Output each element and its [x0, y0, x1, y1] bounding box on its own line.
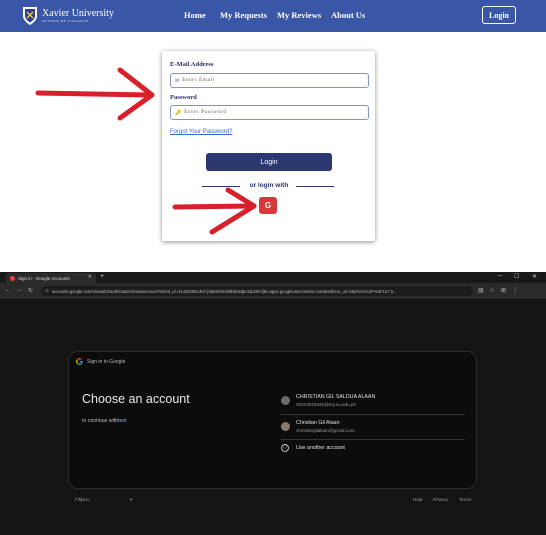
screenshot-root: { "site": { "logo_name": "Xavier Univers…: [0, 0, 546, 535]
site-logo[interactable]: Xavier University ATENEO DE CAGAYAN: [22, 4, 114, 28]
use-another-account-label: Use another account: [296, 445, 345, 451]
email-field[interactable]: ✉ Enter Email: [170, 73, 369, 88]
key-icon: 🔑: [175, 109, 182, 116]
use-another-account-button[interactable]: ⚇ Use another account: [281, 444, 465, 452]
google-favicon-icon: [10, 275, 15, 281]
login-submit-button[interactable]: Login: [206, 153, 332, 171]
avatar: [281, 396, 290, 405]
sign-in-to-google-text: Sign in to Google: [87, 358, 126, 365]
choose-account-card: Sign in to Google Choose an account to c…: [68, 351, 477, 489]
close-tab-icon[interactable]: ✕: [88, 274, 92, 280]
close-window-icon[interactable]: ✕: [532, 273, 537, 280]
google-login-button[interactable]: G: [259, 197, 277, 214]
app-name-link[interactable]: test: [118, 418, 126, 424]
chevron-down-icon[interactable]: ▾: [130, 497, 132, 503]
nav-my-requests[interactable]: My Requests: [220, 10, 267, 20]
email-label: E-Mail Address: [170, 61, 214, 68]
nav-about-us[interactable]: About Us: [331, 10, 365, 20]
password-field[interactable]: 🔑 Enter Password: [170, 105, 369, 120]
back-icon[interactable]: ←: [5, 287, 11, 293]
continue-subtitle: to continue withtest: [82, 418, 126, 424]
url-text: accounts.google.com/o/oauth2/auth/oauthc…: [51, 288, 397, 294]
account-email: christiangilalaan@gmail.com: [296, 428, 355, 433]
shield-logo-icon: [23, 7, 37, 25]
nav-home[interactable]: Home: [184, 10, 206, 20]
logo-subtitle: ATENEO DE CAGAYAN: [42, 18, 90, 23]
tab-title: Sign in - Google Accounts: [18, 275, 70, 281]
address-bar[interactable]: ⊙ accounts.google.com/o/oauth2/auth/oaut…: [41, 286, 473, 296]
account-divider: [281, 414, 465, 415]
email-icon: ✉: [175, 77, 180, 84]
red-arrow-icon: [35, 67, 155, 121]
browser-toolbar: ← → ↻ ⊙ accounts.google.com/o/oauth2/aut…: [0, 283, 546, 299]
divider-left: [202, 186, 240, 187]
subtitle-prefix: to continue with: [82, 418, 119, 424]
new-tab-icon[interactable]: +: [100, 273, 104, 280]
password-label: Password: [170, 94, 197, 101]
nav-login-button[interactable]: Login: [482, 6, 516, 24]
tab-google-sign-in[interactable]: Sign in - Google Accounts ✕: [6, 273, 96, 283]
divider-right: [296, 186, 334, 187]
account-email: 20210023842@my.xu.edu.ph: [296, 402, 357, 407]
site-navbar: Xavier University ATENEO DE CAGAYAN Home…: [0, 0, 546, 32]
google-page: Sign in to Google Choose an account to c…: [0, 299, 546, 535]
logo-title: Xavier University: [42, 7, 114, 19]
user-circle-icon: ⚇: [281, 444, 289, 452]
account-name: CHRISTIAN GIL SALDUA ALAAN: [296, 394, 376, 400]
language-select[interactable]: Filipino: [75, 497, 90, 502]
password-placeholder: Enter Password: [184, 110, 227, 115]
account-name: Christian Gil Alaan: [296, 420, 340, 426]
or-login-with-text: or login with: [249, 182, 289, 189]
account-item-xu[interactable]: CHRISTIAN GIL SALDUA ALAAN 20210023842@m…: [281, 394, 465, 407]
nav-my-reviews[interactable]: My Reviews: [277, 10, 321, 20]
account-item-gmail[interactable]: Christian Gil Alaan christiangilalaan@gm…: [281, 420, 465, 433]
footer-privacy-link[interactable]: Privacy: [433, 497, 448, 502]
login-card: E-Mail Address ✉ Enter Email Password 🔑 …: [162, 51, 375, 241]
google-g-icon: [76, 358, 83, 365]
tab-bar: Sign in - Google Accounts ✕ + ─ ☐ ✕: [0, 272, 546, 283]
forgot-password-link[interactable]: Forgot Your Password?: [170, 129, 232, 135]
minimize-icon[interactable]: ─: [498, 273, 502, 279]
card-header: Sign in to Google: [76, 358, 125, 365]
extension-icons[interactable]: ▤☆⊞⋮: [478, 287, 524, 294]
avatar: [281, 422, 290, 431]
forward-icon[interactable]: →: [16, 287, 22, 293]
choose-account-title: Choose an account: [82, 392, 190, 406]
footer-help-link[interactable]: Help: [413, 497, 422, 502]
email-placeholder: Enter Email: [182, 78, 216, 83]
browser-window: Sign in - Google Accounts ✕ + ─ ☐ ✕ ← → …: [0, 272, 546, 535]
maximize-icon[interactable]: ☐: [514, 273, 519, 280]
reload-icon[interactable]: ↻: [28, 287, 33, 294]
site-info-icon[interactable]: ⊙: [45, 288, 49, 294]
footer-terms-link[interactable]: Terms: [459, 497, 472, 502]
account-divider: [281, 439, 465, 440]
